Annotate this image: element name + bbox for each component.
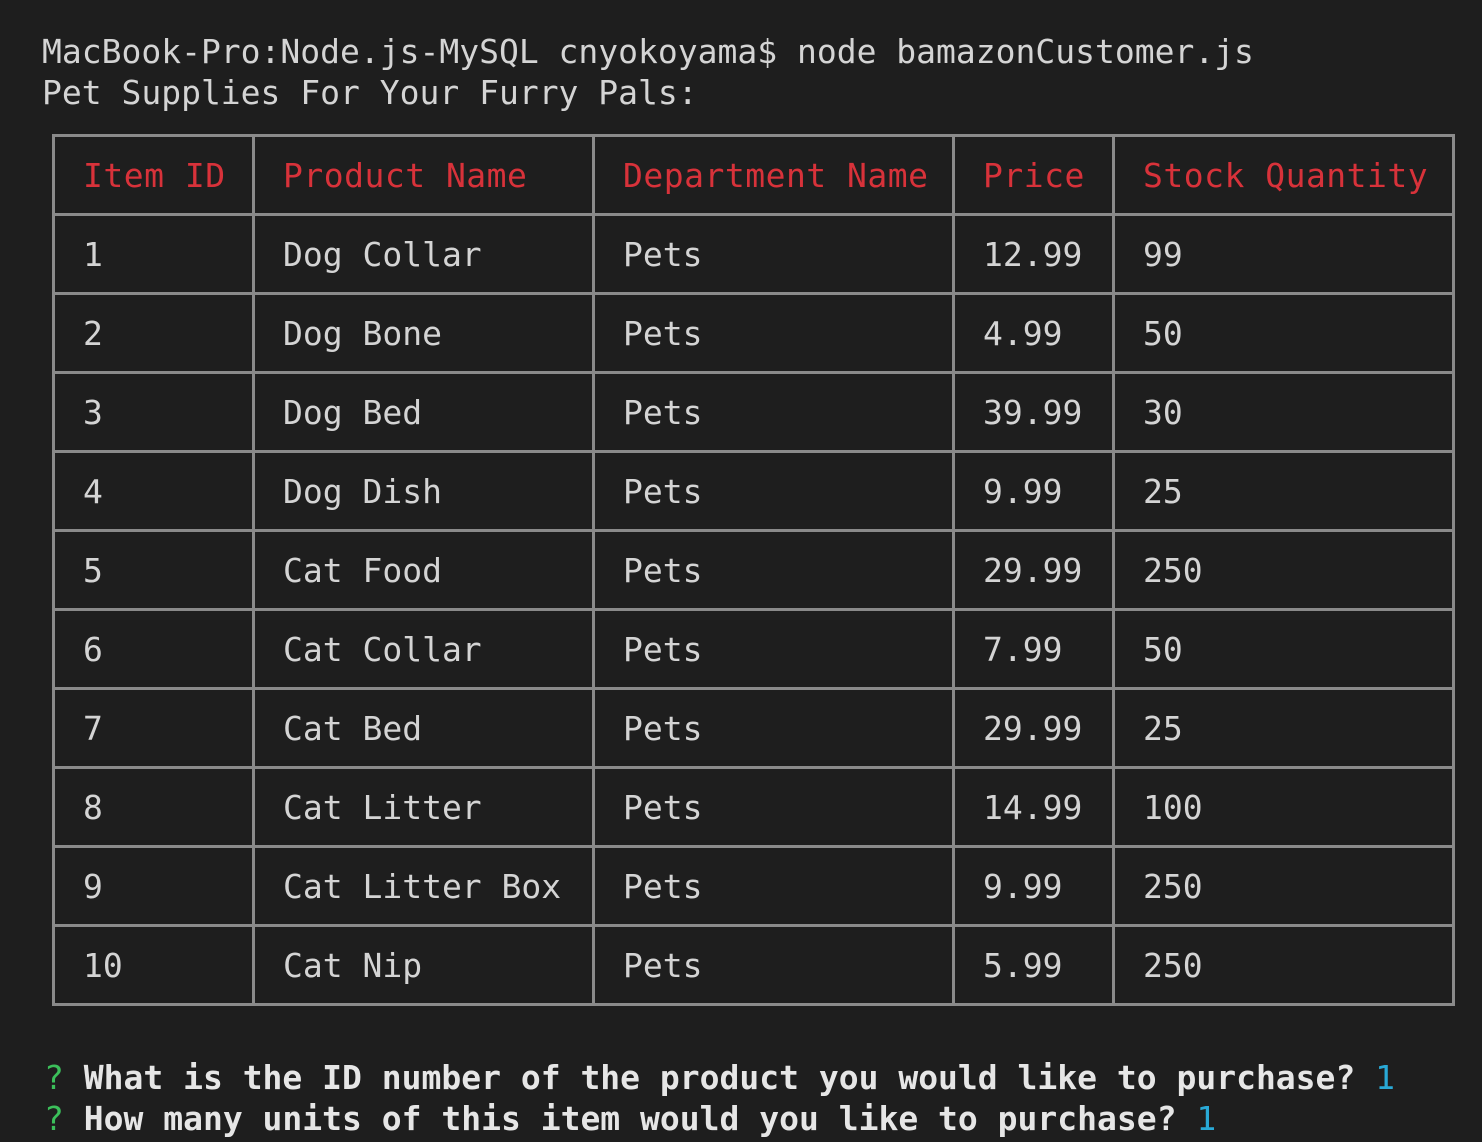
prompt-units: ? How many units of this item would you …	[44, 1098, 1216, 1139]
cell-product-name: Cat Nip	[252, 924, 595, 1006]
prompt-answer-input[interactable]: 1	[1196, 1099, 1216, 1138]
cell-stock-quantity: 50	[1112, 608, 1455, 690]
cell-stock-quantity: 25	[1112, 450, 1455, 532]
cell-department-name: Pets	[592, 687, 955, 769]
cell-item-id: 10	[52, 924, 255, 1006]
cell-product-name: Cat Collar	[252, 608, 595, 690]
cell-stock-quantity: 100	[1112, 766, 1455, 848]
cell-product-name: Dog Collar	[252, 213, 595, 295]
header-price: Price	[952, 134, 1115, 216]
cell-product-name: Cat Bed	[252, 687, 595, 769]
cell-item-id: 3	[52, 371, 255, 453]
table-row: 2 Dog Bone Pets 4.99 50	[52, 292, 1455, 374]
cell-stock-quantity: 250	[1112, 529, 1455, 611]
command-line: MacBook-Pro:Node.js-MySQL cnyokoyama$ no…	[42, 32, 1254, 71]
cell-item-id: 5	[52, 529, 255, 611]
table-row: 1 Dog Collar Pets 12.99 99	[52, 213, 1455, 295]
cell-item-id: 4	[52, 450, 255, 532]
cell-price: 9.99	[952, 845, 1115, 927]
cell-department-name: Pets	[592, 845, 955, 927]
cell-product-name: Cat Food	[252, 529, 595, 611]
header-product-name: Product Name	[252, 134, 595, 216]
table-row: 6 Cat Collar Pets 7.99 50	[52, 608, 1455, 690]
table-row: 9 Cat Litter Box Pets 9.99 250	[52, 845, 1455, 927]
prompt-question: How many units of this item would you li…	[83, 1099, 1177, 1138]
header-stock-quantity: Stock Quantity	[1112, 134, 1455, 216]
cell-price: 5.99	[952, 924, 1115, 1006]
prompt-product-id: ? What is the ID number of the product y…	[44, 1057, 1395, 1098]
cell-department-name: Pets	[592, 608, 955, 690]
cell-item-id: 9	[52, 845, 255, 927]
cell-department-name: Pets	[592, 529, 955, 611]
cell-item-id: 7	[52, 687, 255, 769]
table-row: 3 Dog Bed Pets 39.99 30	[52, 371, 1455, 453]
cell-item-id: 1	[52, 213, 255, 295]
cell-price: 4.99	[952, 292, 1115, 374]
header-department-name: Department Name	[592, 134, 955, 216]
cell-price: 9.99	[952, 450, 1115, 532]
cell-stock-quantity: 250	[1112, 845, 1455, 927]
cell-price: 14.99	[952, 766, 1115, 848]
table-row: 7 Cat Bed Pets 29.99 25	[52, 687, 1455, 769]
cell-department-name: Pets	[592, 213, 955, 295]
cell-price: 29.99	[952, 529, 1115, 611]
cell-item-id: 8	[52, 766, 255, 848]
prompt-answer-input[interactable]: 1	[1375, 1058, 1395, 1097]
cell-product-name: Dog Bed	[252, 371, 595, 453]
cell-department-name: Pets	[592, 292, 955, 374]
cell-price: 7.99	[952, 608, 1115, 690]
cell-department-name: Pets	[592, 371, 955, 453]
table-body: 1 Dog Collar Pets 12.99 99 2 Dog Bone Pe…	[52, 213, 1455, 1006]
cell-department-name: Pets	[592, 924, 955, 1006]
cell-price: 12.99	[952, 213, 1115, 295]
table-row: 5 Cat Food Pets 29.99 250	[52, 529, 1455, 611]
table-row: 4 Dog Dish Pets 9.99 25	[52, 450, 1455, 532]
cell-product-name: Dog Bone	[252, 292, 595, 374]
cell-stock-quantity: 99	[1112, 213, 1455, 295]
cell-department-name: Pets	[592, 450, 955, 532]
cell-stock-quantity: 25	[1112, 687, 1455, 769]
table-row: 8 Cat Litter Pets 14.99 100	[52, 766, 1455, 848]
cell-product-name: Cat Litter Box	[252, 845, 595, 927]
cell-price: 29.99	[952, 687, 1115, 769]
table-row: 10 Cat Nip Pets 5.99 250	[52, 924, 1455, 1006]
cell-stock-quantity: 250	[1112, 924, 1455, 1006]
cell-product-name: Dog Dish	[252, 450, 595, 532]
prompt-question: What is the ID number of the product you…	[83, 1058, 1356, 1097]
products-table: Item ID Product Name Department Name Pri…	[52, 134, 1455, 1006]
question-mark-icon: ?	[44, 1099, 64, 1138]
cell-price: 39.99	[952, 371, 1115, 453]
question-mark-icon: ?	[44, 1058, 64, 1097]
cell-stock-quantity: 50	[1112, 292, 1455, 374]
cell-department-name: Pets	[592, 766, 955, 848]
cell-item-id: 6	[52, 608, 255, 690]
table-header-row: Item ID Product Name Department Name Pri…	[52, 134, 1455, 216]
cell-stock-quantity: 30	[1112, 371, 1455, 453]
header-item-id: Item ID	[52, 134, 255, 216]
cell-product-name: Cat Litter	[252, 766, 595, 848]
cell-item-id: 2	[52, 292, 255, 374]
output-title: Pet Supplies For Your Furry Pals:	[42, 73, 698, 112]
